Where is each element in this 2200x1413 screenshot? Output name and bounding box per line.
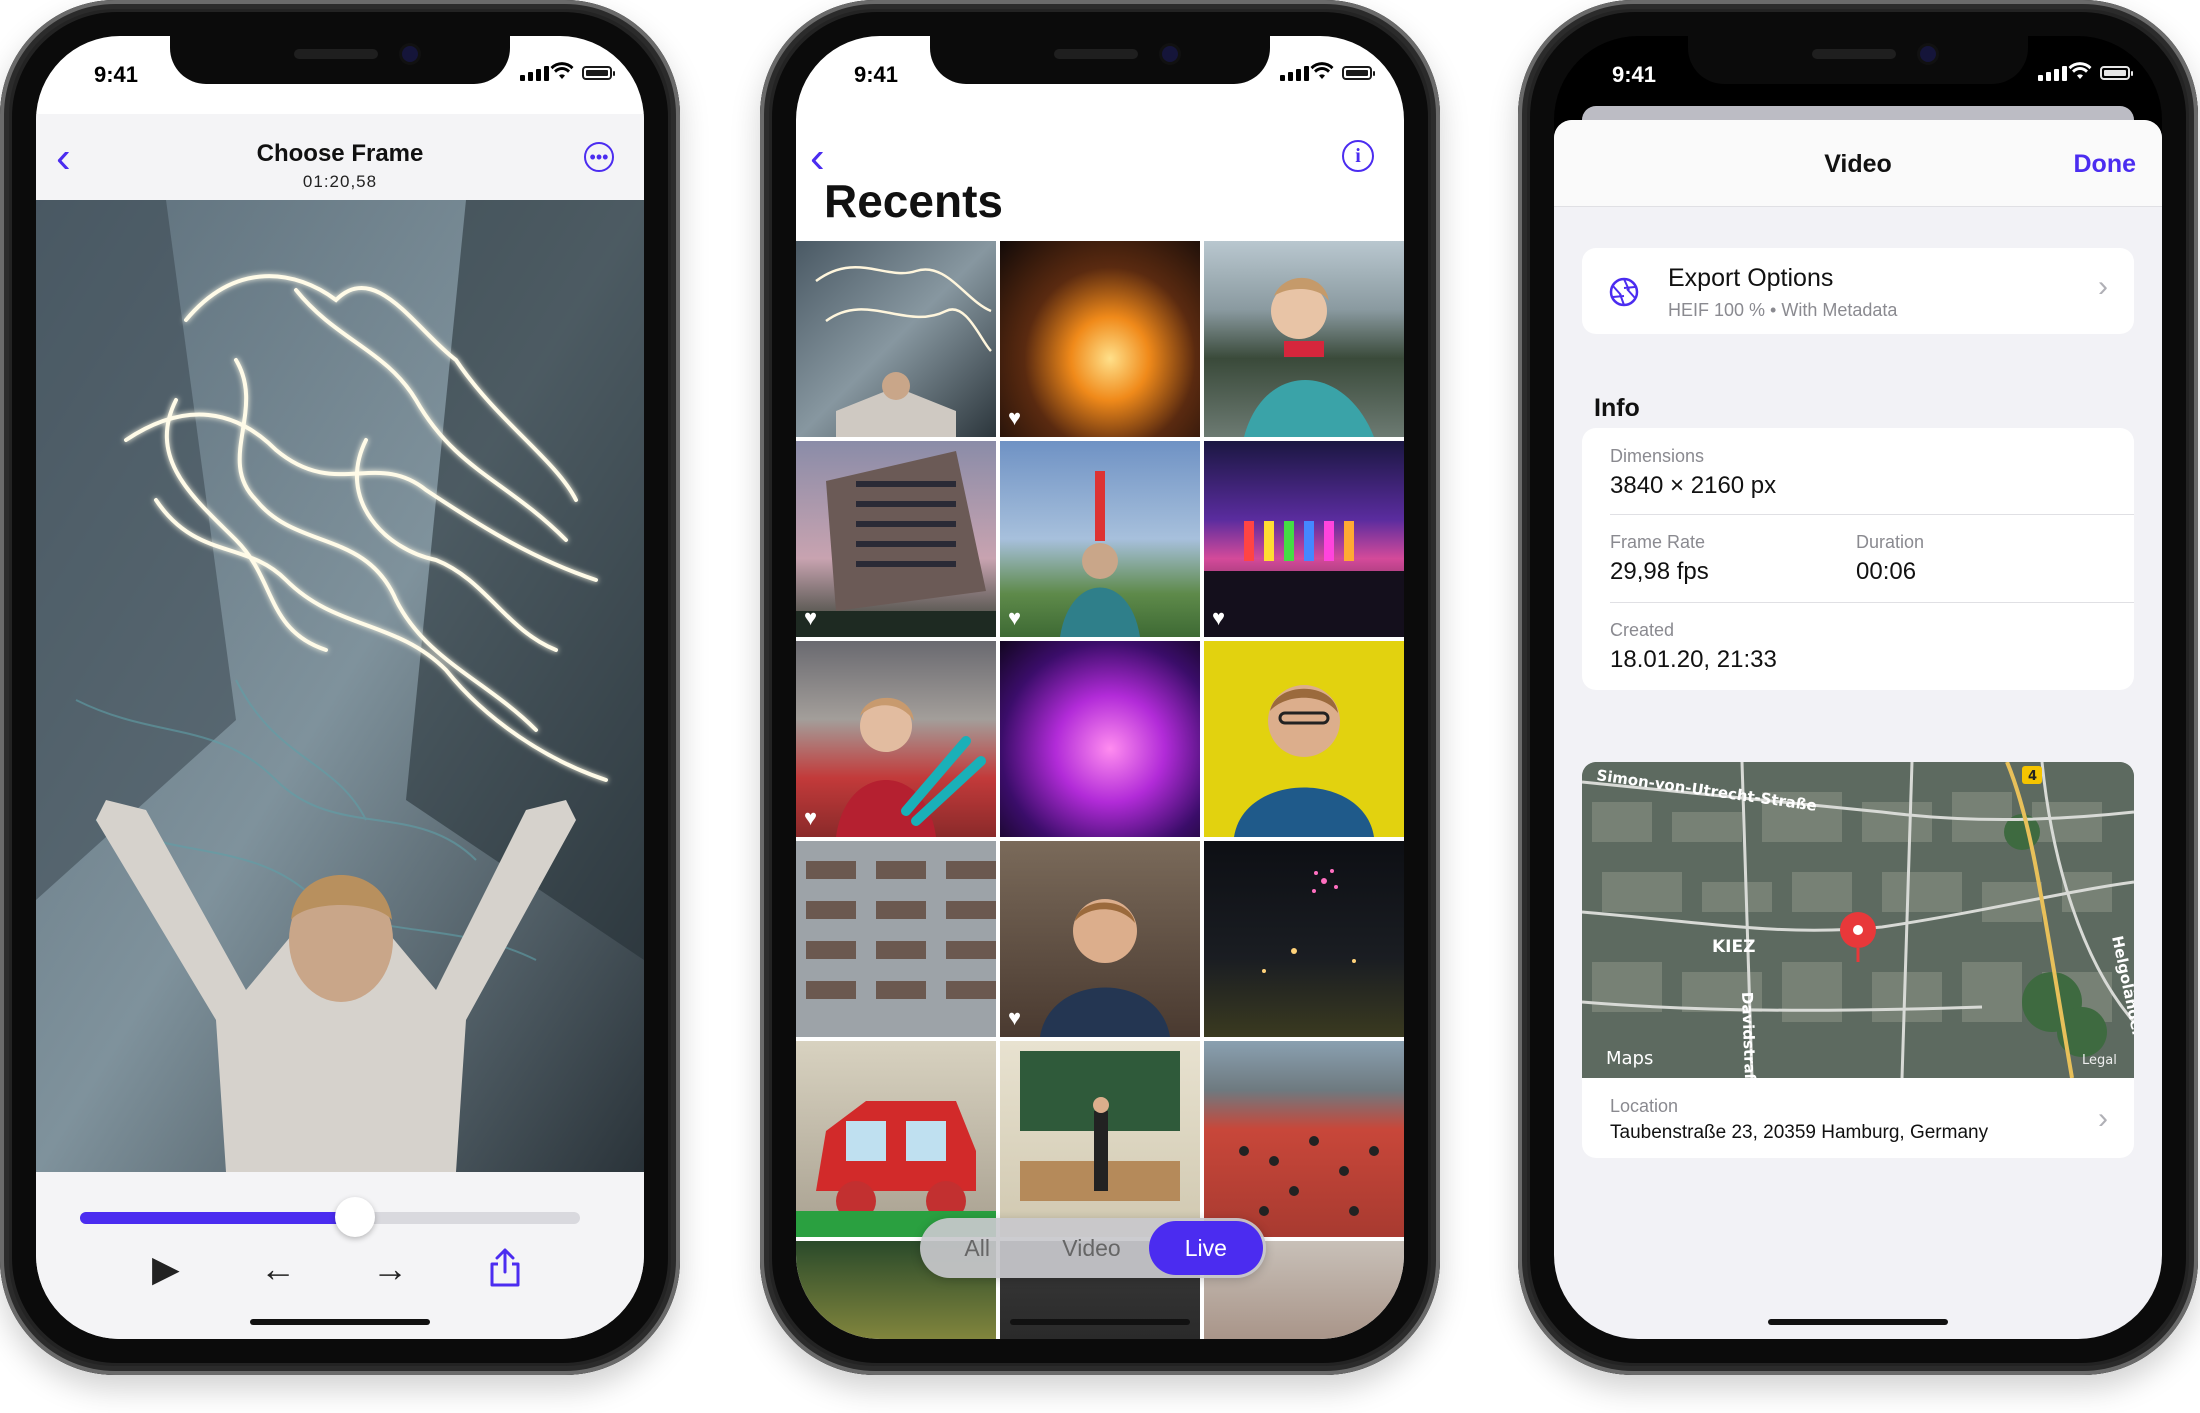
video-frame-preview <box>36 200 644 1172</box>
created-value: 18.01.20, 21:33 <box>1610 646 1777 673</box>
location-card: Simon-von-Utrecht-Straße KIEZ Davidstraß… <box>1582 762 2134 1158</box>
map-street-label-vertical: Davidstraße <box>1738 992 1760 1078</box>
aperture-icon <box>1609 277 1639 307</box>
photo-thumbnail[interactable] <box>1000 1041 1200 1237</box>
media-filter-segmented-control: All Video Live <box>920 1218 1266 1278</box>
status-bar: 9:41 <box>1554 36 2162 116</box>
segment-all[interactable]: All <box>920 1235 1034 1262</box>
photo-thumbnail[interactable]: ♥ <box>796 641 996 837</box>
map-route-badge: 4 <box>2028 769 2037 784</box>
dimensions-label: Dimensions <box>1610 446 1705 466</box>
location-label: Location <box>1610 1096 1679 1116</box>
photo-thumbnail[interactable] <box>1000 641 1200 837</box>
battery-icon <box>2100 66 2133 80</box>
sheet-header: Video Done <box>1554 120 2162 207</box>
photo-thumbnail[interactable]: ♥ <box>1000 841 1200 1037</box>
location-value[interactable]: Taubenstraße 23, 20359 Hamburg, Germany <box>1610 1122 1988 1144</box>
phone-video-info: 9:41 Video Done Export Options HEIF 100 … <box>1518 0 2198 1375</box>
favorite-heart-icon: ♥ <box>804 605 818 630</box>
duration-label: Duration <box>1856 532 1925 552</box>
photo-thumbnail[interactable] <box>1204 1041 1404 1237</box>
dimensions-value: 3840 × 2160 px <box>1610 472 1777 499</box>
home-indicator <box>250 1319 430 1325</box>
status-time: 9:41 <box>94 62 139 87</box>
signal-icon <box>2038 66 2067 81</box>
photo-thumbnail[interactable]: ♥ <box>1000 241 1200 437</box>
favorite-heart-icon: ♥ <box>1008 605 1022 630</box>
favorite-heart-icon: ♥ <box>804 805 818 830</box>
photo-thumbnail[interactable]: ♥ <box>1204 441 1404 637</box>
map-image: Simon-von-Utrecht-Straße KIEZ Davidstraß… <box>1582 762 2134 1078</box>
location-map[interactable]: Simon-von-Utrecht-Straße KIEZ Davidstraß… <box>1582 762 2134 1078</box>
segment-video[interactable]: Video <box>1034 1235 1148 1262</box>
nav-bar: ‹ Choose Frame 01:20,58 ••• <box>36 114 644 200</box>
battery-icon <box>582 66 615 80</box>
export-options-row[interactable]: Export Options HEIF 100 % • With Metadat… <box>1582 248 2134 334</box>
scrubber-fill <box>80 1212 355 1224</box>
photo-thumbnail[interactable] <box>796 241 996 437</box>
favorite-heart-icon: ♥ <box>1008 405 1022 430</box>
frame-rate-label: Frame Rate <box>1610 532 1706 552</box>
screen-recents: 9:41 ‹ i Recents ♥ ♥ ♥ ♥ ♥ ♥ All Video L… <box>796 36 1404 1339</box>
play-icon[interactable]: ▶ <box>152 1248 180 1290</box>
phone-choose-frame: 9:41 ‹ Choose Frame 01:20,58 ••• ▶ ← → <box>0 0 680 1375</box>
map-legal-link[interactable]: Legal <box>2082 1053 2117 1068</box>
screen-video-info: 9:41 Video Done Export Options HEIF 100 … <box>1554 36 2162 1339</box>
scrubber-slider[interactable] <box>80 1197 580 1237</box>
page-title: Choose Frame <box>256 140 424 167</box>
photo-grid: ♥ ♥ ♥ ♥ ♥ ♥ <box>796 241 1404 1339</box>
maps-brand-text: Maps <box>1606 1048 1653 1069</box>
status-time: 9:41 <box>854 62 899 87</box>
photo-thumbnail[interactable] <box>1204 841 1404 1037</box>
home-indicator <box>1768 1319 1948 1325</box>
photo-thumbnail[interactable] <box>796 841 996 1037</box>
favorite-heart-icon: ♥ <box>1212 605 1226 630</box>
divider <box>1610 602 2134 603</box>
timecode: 01:20,58 <box>302 172 378 191</box>
screen-choose-frame: 9:41 ‹ Choose Frame 01:20,58 ••• ▶ ← → <box>36 36 644 1339</box>
wifi-icon <box>550 62 574 79</box>
duration-value: 00:06 <box>1856 558 1917 585</box>
info-icon[interactable]: i <box>1342 140 1374 172</box>
playback-controls: ▶ ← → <box>36 1172 644 1339</box>
chevron-right-icon: › <box>2098 270 2108 303</box>
wifi-icon <box>1310 62 1334 79</box>
back-chevron-icon[interactable]: ‹ <box>810 136 825 180</box>
info-section-header: Info <box>1594 394 1640 422</box>
divider <box>1610 514 2134 515</box>
status-bar: 9:41 <box>796 36 1404 116</box>
video-info-sheet: Video Done Export Options HEIF 100 % • W… <box>1554 120 2162 1339</box>
export-options-subtitle: HEIF 100 % • With Metadata <box>1668 300 1898 320</box>
phone-recents: 9:41 ‹ i Recents ♥ ♥ ♥ ♥ ♥ ♥ All Video L… <box>760 0 1440 1375</box>
home-indicator <box>1010 1319 1190 1325</box>
signal-icon <box>520 66 549 81</box>
created-label: Created <box>1610 620 1675 640</box>
map-district-label: KIEZ <box>1712 937 1755 957</box>
page-title: Recents <box>824 175 1003 227</box>
sheet-title: Video <box>1824 150 1892 178</box>
favorite-heart-icon: ♥ <box>1008 1005 1022 1030</box>
export-options-title: Export Options <box>1668 264 1834 292</box>
info-card: Dimensions 3840 × 2160 px Frame Rate 29,… <box>1582 428 2134 690</box>
step-forward-arrow-icon[interactable]: → <box>372 1248 408 1290</box>
segment-live[interactable]: Live <box>1148 1221 1263 1275</box>
scrubber-knob[interactable] <box>335 1197 375 1237</box>
battery-icon <box>1342 66 1375 80</box>
frame-image <box>36 200 644 1172</box>
done-button[interactable]: Done <box>2074 150 2137 179</box>
signal-icon <box>1280 66 1309 81</box>
status-time: 9:41 <box>1612 62 1657 87</box>
photo-thumbnail[interactable]: ♥ <box>796 441 996 637</box>
photo-thumbnail[interactable]: ♥ <box>1000 441 1200 637</box>
chevron-right-icon: › <box>2098 1102 2108 1135</box>
photo-thumbnail[interactable] <box>1204 241 1404 437</box>
share-icon[interactable] <box>488 1248 522 1288</box>
more-options-icon[interactable]: ••• <box>584 142 614 172</box>
photo-thumbnail[interactable] <box>1204 641 1404 837</box>
step-back-arrow-icon[interactable]: ← <box>260 1248 296 1290</box>
status-bar: 9:41 <box>36 36 644 116</box>
photo-thumbnail[interactable] <box>796 1041 996 1237</box>
wifi-icon <box>2068 62 2092 79</box>
frame-rate-value: 29,98 fps <box>1610 558 1709 585</box>
